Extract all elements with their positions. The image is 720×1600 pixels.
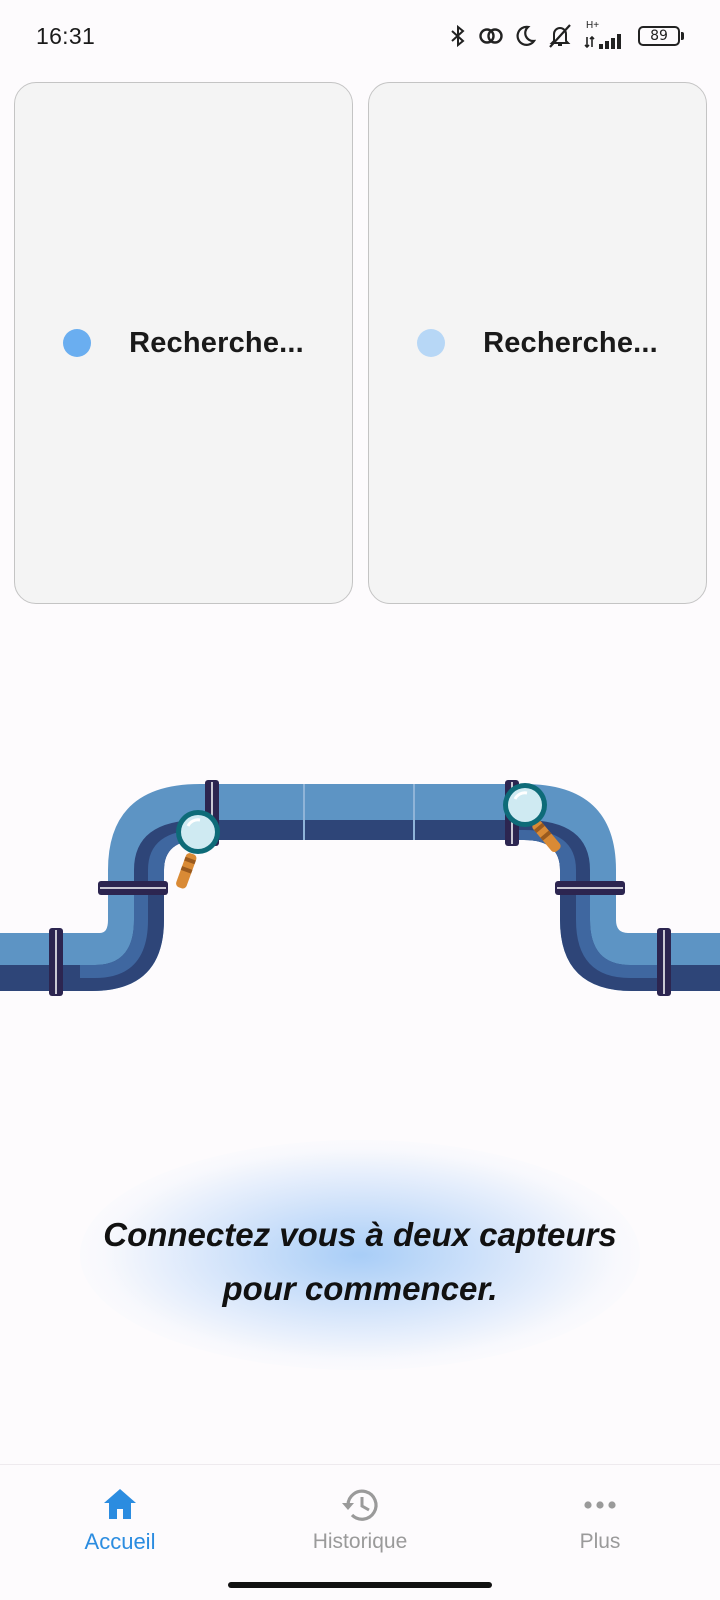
message-line-2: pour commencer. [222,1270,498,1307]
more-dots-icon [584,1501,616,1509]
sensor-status-label: Recherche... [129,326,304,359]
battery-level: 89 [638,26,680,46]
message-line-1: Connectez vous à deux capteurs [103,1216,617,1253]
status-time: 16:31 [36,22,96,49]
sensor-status-label: Recherche... [483,326,658,359]
nav-item-home[interactable]: Accueil [0,1465,240,1575]
mute-icon [549,24,571,48]
nav-item-history[interactable]: Historique [240,1465,480,1575]
home-icon [104,1489,136,1519]
battery-icon: 89 [638,26,684,46]
home-indicator[interactable] [228,1582,492,1588]
network-type: H+ [586,20,600,31]
nav-label-home: Accueil [84,1529,156,1554]
connect-sensors-message: Connectez vous à deux capteurs pour comm… [0,1208,720,1316]
nav-item-more[interactable]: Plus [480,1465,720,1575]
connection-status-dot [417,329,446,357]
signal-icon: H+ [584,21,628,51]
bluetooth-icon [451,24,465,48]
nav-label-history: Historique [312,1530,408,1553]
status-bar: 16:31 H+ 89 [0,0,720,72]
link-icon [479,28,503,44]
history-icon [342,1489,378,1521]
status-icons: H+ 89 [448,21,684,51]
sensor-cards: Recherche... Recherche... [14,82,707,604]
sensor-card-2[interactable]: Recherche... [368,82,707,604]
bottom-navigation: Accueil Historique Plus [0,1464,720,1600]
app-screen: 16:31 H+ 89 Recherche... Recherche... Co… [0,0,720,1600]
pipe-illustration [0,780,720,996]
sensor-card-1[interactable]: Recherche... [14,82,353,604]
moon-icon [516,25,536,46]
connection-status-dot [63,329,92,357]
nav-label-more: Plus [579,1530,621,1553]
